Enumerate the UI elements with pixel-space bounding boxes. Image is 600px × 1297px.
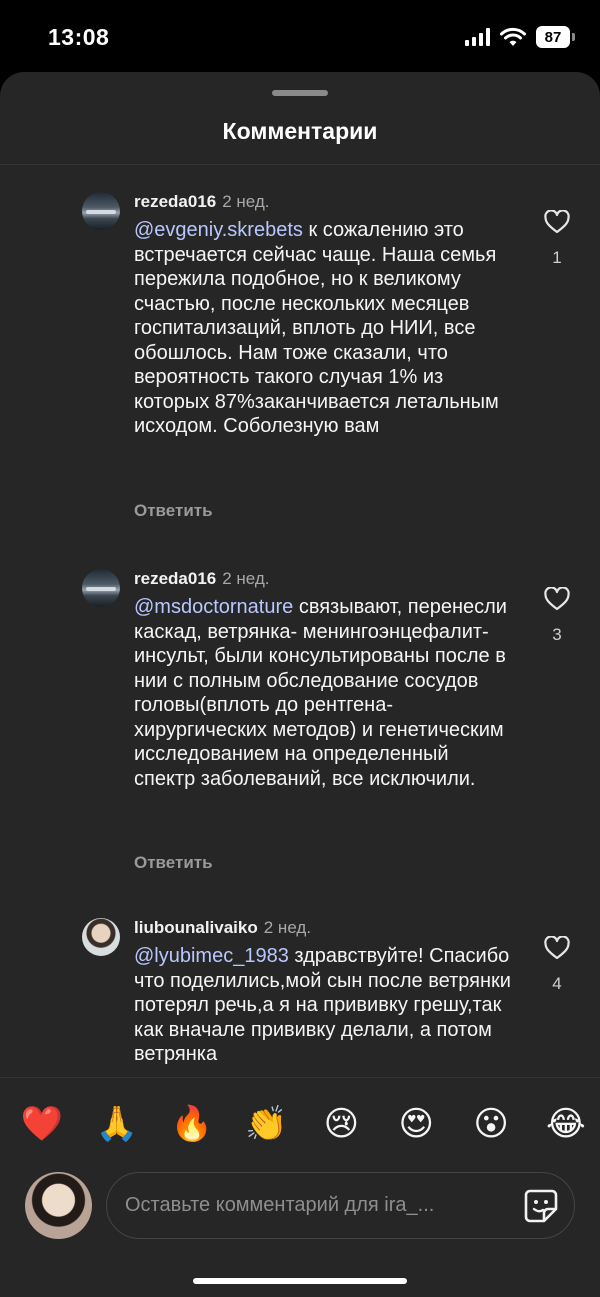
reply-button[interactable]: Ответить	[134, 853, 213, 873]
comments-list[interactable]: rezeda016 2 нед. @evgeniy.skrebets к сожа…	[0, 165, 600, 1077]
comment-text: @evgeniy.skrebets к сожалению это встреч…	[134, 218, 514, 439]
current-user-avatar	[25, 1172, 92, 1239]
sticker-icon[interactable]	[522, 1187, 560, 1225]
reaction-pray[interactable]: 🙏	[95, 1102, 139, 1146]
home-indicator[interactable]	[193, 1278, 407, 1284]
comment-mention[interactable]: @msdoctornature	[134, 596, 293, 618]
comment-mention[interactable]: @evgeniy.skrebets	[134, 219, 303, 241]
reaction-cry[interactable]: 😢	[319, 1102, 363, 1146]
like-count: 4	[552, 974, 562, 993]
comment-time: 2 нед.	[222, 192, 270, 211]
status-bar: 13:08 87	[0, 0, 600, 72]
comment-input-box[interactable]	[106, 1172, 575, 1239]
comment-header: rezeda016 2 нед.	[134, 192, 270, 212]
like-button[interactable]: 4	[540, 936, 574, 994]
like-button[interactable]: 1	[540, 210, 574, 268]
reaction-clap[interactable]: 👏	[245, 1102, 289, 1146]
comment-input[interactable]	[125, 1173, 505, 1238]
comment-time: 2 нед.	[263, 918, 312, 937]
comment-input-row	[0, 1166, 600, 1246]
battery-icon: 87	[536, 26, 575, 48]
comment-text: @msdoctornature связывают, перенесли кас…	[134, 595, 514, 791]
comment-header: liubounalivaiko 2 нед.	[134, 918, 311, 938]
heart-outline-icon	[544, 936, 570, 960]
commenter-avatar[interactable]	[82, 918, 120, 956]
commenter-avatar[interactable]	[82, 192, 120, 230]
cellular-signal-icon	[465, 28, 490, 46]
comment-username[interactable]: rezeda016	[134, 569, 216, 588]
reaction-heart-eyes[interactable]: 😍	[394, 1102, 438, 1146]
comment-header: rezeda016 2 нед.	[134, 569, 270, 589]
comment-username[interactable]: rezeda016	[134, 192, 216, 211]
like-button[interactable]: 3	[540, 587, 574, 645]
reaction-fire[interactable]: 🔥	[170, 1102, 214, 1146]
status-time: 13:08	[48, 24, 110, 50]
sheet-title: Комментарии	[222, 118, 378, 144]
commenter-avatar[interactable]	[82, 569, 120, 607]
status-icons: 87	[465, 26, 575, 48]
heart-outline-icon	[544, 587, 570, 611]
comment-text: @lyubimec_1983 здравствуйте! Спасибо что…	[134, 944, 514, 1067]
quick-reactions: ❤️ 🙏 🔥 👏 😢 😍 😮 😂	[20, 1102, 588, 1146]
like-count: 1	[552, 248, 562, 267]
comment-body: к сожалению это встречается сейчас чаще.…	[134, 219, 499, 437]
comment-time: 2 нед.	[222, 569, 270, 588]
comments-sheet: Комментарии rezeda016 2 нед. @evgeniy.skr…	[0, 72, 600, 1297]
like-count: 3	[552, 625, 562, 644]
reaction-surprised[interactable]: 😮	[469, 1102, 513, 1146]
composer-area: ❤️ 🙏 🔥 👏 😢 😍 😮 😂	[0, 1077, 600, 1297]
battery-level: 87	[544, 28, 562, 46]
comment-body: связывают, перенесли каскад, ветрянка- м…	[134, 596, 507, 790]
reaction-heart[interactable]: ❤️	[20, 1102, 64, 1146]
comment-mention[interactable]: @lyubimec_1983	[134, 945, 289, 967]
reply-button[interactable]: Ответить	[134, 501, 213, 521]
comment-username[interactable]: liubounalivaiko	[134, 918, 258, 937]
sheet-grabber[interactable]	[272, 90, 328, 96]
reaction-laugh[interactable]: 😂	[544, 1102, 588, 1146]
wifi-icon	[500, 27, 526, 46]
heart-outline-icon	[544, 210, 570, 234]
